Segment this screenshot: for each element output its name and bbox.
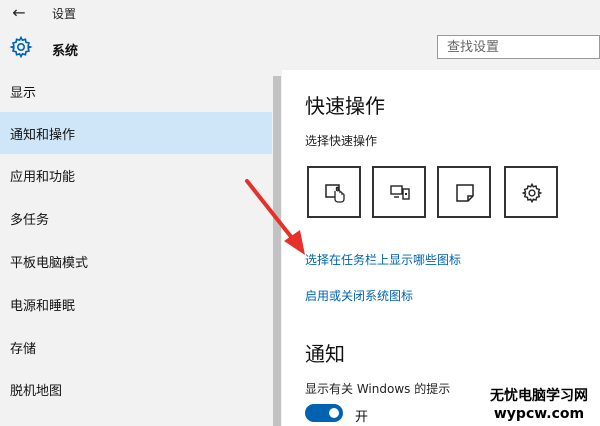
quick-action-tile-note[interactable] <box>437 166 491 218</box>
sidebar: 显示 通知和操作 应用和功能 多任务 平板电脑模式 电源和睡眠 存储 脱机地图 <box>0 70 272 426</box>
sidebar-item-apps[interactable]: 应用和功能 <box>0 154 272 196</box>
system-icons-link[interactable]: 启用或关闭系统图标 <box>305 287 413 304</box>
sidebar-item-notifications[interactable]: 通知和操作 <box>0 112 272 154</box>
notifications-description: 显示有关 Windows 的提示 <box>305 382 451 396</box>
quick-actions-subtitle: 选择快速操作 <box>305 134 378 148</box>
back-button[interactable]: ← <box>8 3 30 23</box>
page-title: 系统 <box>52 44 79 59</box>
watermark-line-2: wypcw.com <box>493 406 585 422</box>
sidebar-item-offline-maps[interactable]: 脱机地图 <box>0 368 272 410</box>
sidebar-item-power[interactable]: 电源和睡眠 <box>0 283 272 325</box>
toggle-knob <box>329 408 339 418</box>
sidebar-item-multitasking[interactable]: 多任务 <box>0 197 272 239</box>
gear-icon <box>9 35 33 59</box>
sidebar-item-tablet-mode[interactable]: 平板电脑模式 <box>0 240 272 282</box>
search-input[interactable] <box>437 35 600 59</box>
sidebar-item-storage[interactable]: 存储 <box>0 326 272 368</box>
toggle-state-label: 开 <box>355 410 369 425</box>
quick-action-tile-tablet[interactable] <box>307 166 361 218</box>
title-bar: ← 设置 <box>0 0 600 26</box>
settings-gear-icon <box>521 182 543 204</box>
project-display-icon <box>390 185 410 200</box>
note-icon <box>456 184 474 202</box>
quick-action-tile-project[interactable] <box>372 166 426 218</box>
settings-header: 系统 <box>0 26 600 70</box>
watermark: 无忧电脑学习网 wypcw.com <box>480 384 598 424</box>
notifications-heading: 通知 <box>305 342 345 366</box>
main-content: 快速操作 选择快速操作 选择在任务栏上显示哪些图标 启用或关闭系统图标 通知 显… <box>284 70 600 426</box>
window-title: 设置 <box>52 7 77 21</box>
annotation-arrow-icon <box>245 179 305 255</box>
back-arrow-icon: ← <box>12 3 26 22</box>
taskbar-icons-link[interactable]: 选择在任务栏上显示哪些图标 <box>305 251 461 268</box>
quick-actions-heading: 快速操作 <box>305 94 385 118</box>
watermark-line-1: 无忧电脑学习网 <box>490 388 588 404</box>
windows-tips-toggle[interactable] <box>305 404 343 422</box>
quick-action-tile-settings[interactable] <box>504 166 558 218</box>
tablet-mode-icon <box>325 184 345 203</box>
sidebar-item-display[interactable]: 显示 <box>0 70 272 112</box>
